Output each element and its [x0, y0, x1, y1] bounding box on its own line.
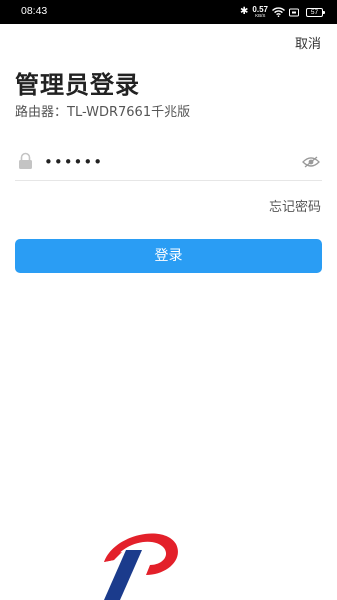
password-field[interactable]	[44, 149, 284, 175]
eye-hidden-icon[interactable]	[302, 156, 320, 168]
bluetooth-icon: ✱	[240, 6, 249, 17]
login-button[interactable]: 登录	[15, 239, 322, 273]
wifi-icon	[272, 7, 285, 17]
cancel-button[interactable]: 取消	[295, 33, 321, 52]
page-title: 管理员登录	[15, 71, 140, 99]
battery-saver-icon	[289, 8, 299, 16]
router-model-subtitle: 路由器：TL-WDR7661千兆版	[15, 105, 191, 120]
password-row	[15, 146, 322, 181]
network-speed: 0.57 KB/S	[252, 5, 268, 19]
status-bar: 08:43 ✱ 0.57 KB/S 57	[0, 0, 337, 24]
status-icons: ✱ 0.57 KB/S 57	[240, 4, 325, 20]
forgot-password-link[interactable]: 忘记密码	[269, 196, 321, 215]
tp-link-logo	[104, 533, 178, 600]
status-time: 08:43	[21, 5, 48, 17]
battery-icon: 57	[306, 7, 325, 17]
network-speed-unit: KB/S	[255, 12, 266, 18]
lock-icon	[19, 152, 32, 169]
